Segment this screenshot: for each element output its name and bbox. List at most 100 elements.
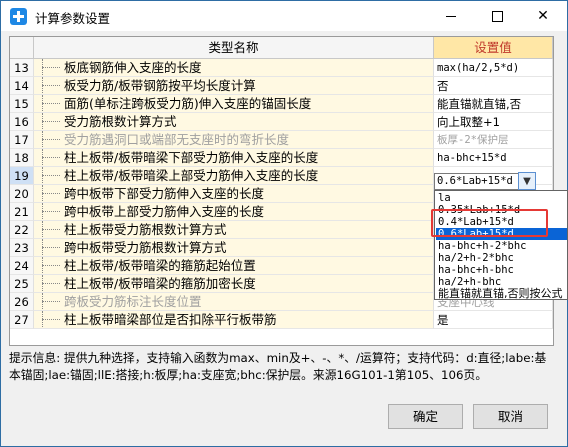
row-number: 27 xyxy=(10,311,34,329)
header-setting-value: 设置值 xyxy=(434,37,553,59)
tree-line xyxy=(42,67,60,69)
row-type-name: 跨板受力筋标注长度位置 xyxy=(34,293,434,311)
dropdown-option[interactable]: 0.35*Lab+15*d xyxy=(436,204,567,216)
title-bar: 计算参数设置 ✕ xyxy=(1,1,567,31)
row-setting-value[interactable]: max(ha/2,5*d) xyxy=(434,59,553,77)
row-number: 24 xyxy=(10,257,34,275)
dropdown-option[interactable]: ha-bhc+h-2*bhc xyxy=(436,240,567,252)
dropdown-option[interactable]: la xyxy=(436,192,567,204)
row-label: 面筋(单标注跨板受力筋)伸入支座的锚固长度 xyxy=(64,96,312,111)
header-type-name: 类型名称 xyxy=(34,37,434,59)
table-row[interactable]: 17 受力筋遇洞口或端部无支座时的弯折长度 板厚-2*保护层 xyxy=(10,131,553,149)
tree-line xyxy=(42,211,60,213)
row-number: 16 xyxy=(10,113,34,131)
row-number: 15 xyxy=(10,95,34,113)
tree-line xyxy=(42,229,60,231)
tree-line xyxy=(42,103,60,105)
maximize-icon xyxy=(492,11,503,22)
row-number: 18 xyxy=(10,149,34,167)
row-type-name: 受力筋遇洞口或端部无支座时的弯折长度 xyxy=(34,131,434,149)
row-label: 板受力筋/板带钢筋按平均长度计算 xyxy=(64,78,256,93)
row-number: 13 xyxy=(10,59,34,77)
row-label: 柱上板带暗梁部位是否扣除平行板带筋 xyxy=(64,312,277,327)
row-type-name: 板底钢筋伸入支座的长度 xyxy=(34,59,434,77)
chevron-down-icon: ▼ xyxy=(523,176,531,187)
dropdown-option[interactable]: ha-bhc+h-bhc xyxy=(436,264,567,276)
tree-line xyxy=(42,139,60,141)
dropdown-option[interactable]: 0.4*Lab+15*d xyxy=(436,216,567,228)
row-label: 柱上板带/板带暗梁下部受力筋伸入支座的长度 xyxy=(64,150,319,165)
row-label: 跨中板带受力筋根数计算方式 xyxy=(64,240,227,255)
tree-line xyxy=(42,157,60,159)
tree-line xyxy=(42,193,60,195)
row-number: 21 xyxy=(10,203,34,221)
cancel-button[interactable]: 取消 xyxy=(473,404,548,429)
row-number: 22 xyxy=(10,221,34,239)
window-title: 计算参数设置 xyxy=(35,11,111,26)
table-row[interactable]: 18 柱上板带/板带暗梁下部受力筋伸入支座的长度 ha-bhc+15*d xyxy=(10,149,553,167)
row-number: 17 xyxy=(10,131,34,149)
row-label: 柱上板带/板带暗梁的箍筋起始位置 xyxy=(64,258,256,273)
tree-line xyxy=(42,121,60,123)
row-setting-value[interactable]: 否 xyxy=(434,77,553,95)
row-type-name: 柱上板带/板带暗梁的箍筋加密长度 xyxy=(34,275,434,293)
table-row[interactable]: 15 面筋(单标注跨板受力筋)伸入支座的锚固长度 能直锚就直锚,否 xyxy=(10,95,553,113)
row-label: 受力筋根数计算方式 xyxy=(64,114,177,129)
row-type-name: 板受力筋/板带钢筋按平均长度计算 xyxy=(34,77,434,95)
table-row[interactable]: 16 受力筋根数计算方式 向上取整+1 xyxy=(10,113,553,131)
row-label: 跨板受力筋标注长度位置 xyxy=(64,294,202,309)
combobox-dropdown-button[interactable]: ▼ xyxy=(518,172,536,190)
dropdown-option[interactable]: 0.6*Lab+15*d xyxy=(436,228,567,240)
row-type-name: 面筋(单标注跨板受力筋)伸入支座的锚固长度 xyxy=(34,95,434,113)
row-number: 14 xyxy=(10,77,34,95)
row-type-name: 受力筋根数计算方式 xyxy=(34,113,434,131)
tree-line xyxy=(42,319,60,321)
row-setting-value[interactable]: 向上取整+1 xyxy=(434,113,553,131)
row-type-name: 柱上板带/板带暗梁上部受力筋伸入支座的长度 xyxy=(34,167,434,185)
dropdown-option[interactable]: ha/2+h-2*bhc xyxy=(436,252,567,264)
row-setting-value[interactable]: 能直锚就直锚,否 xyxy=(434,95,553,113)
row-label: 跨中板带下部受力筋伸入支座的长度 xyxy=(64,186,265,201)
row-type-name: 跨中板带上部受力筋伸入支座的长度 xyxy=(34,203,434,221)
close-icon: ✕ xyxy=(537,8,549,24)
row-setting-value[interactable]: ha-bhc+15*d xyxy=(434,149,553,167)
tree-line xyxy=(42,265,60,267)
row-label: 柱上板带/板带暗梁的箍筋加密长度 xyxy=(64,276,256,291)
header-row-number xyxy=(10,37,34,59)
row-setting-value[interactable]: 板厚-2*保护层 xyxy=(434,131,553,149)
row-type-name: 柱上板带/板带暗梁的箍筋起始位置 xyxy=(34,257,434,275)
table-row[interactable]: 14 板受力筋/板带钢筋按平均长度计算 否 xyxy=(10,77,553,95)
row-label: 跨中板带上部受力筋伸入支座的长度 xyxy=(64,204,265,219)
tree-line xyxy=(42,175,60,177)
row-type-name: 柱上板带暗梁部位是否扣除平行板带筋 xyxy=(34,311,434,329)
row-number: 25 xyxy=(10,275,34,293)
row-type-name: 跨中板带受力筋根数计算方式 xyxy=(34,239,434,257)
row-type-name: 跨中板带下部受力筋伸入支座的长度 xyxy=(34,185,434,203)
row-number: 23 xyxy=(10,239,34,257)
row-type-name: 柱上板带/板带暗梁下部受力筋伸入支座的长度 xyxy=(34,149,434,167)
tree-line xyxy=(42,283,60,285)
hint-text: 提示信息: 提供九种选择，支持输入函数为max、min及+、-、*、/运算符；支… xyxy=(9,351,547,382)
row-number: 19 xyxy=(10,167,34,185)
row-label: 柱上板带受力筋根数计算方式 xyxy=(64,222,227,237)
combobox-text: 0.6*Lab+15*d xyxy=(437,175,513,187)
close-button[interactable]: ✕ xyxy=(520,1,566,31)
tree-line xyxy=(42,85,60,87)
row-label: 受力筋遇洞口或端部无支座时的弯折长度 xyxy=(64,132,290,147)
maximize-button[interactable] xyxy=(474,1,520,31)
row-type-name: 柱上板带受力筋根数计算方式 xyxy=(34,221,434,239)
combobox-dropdown-list: la 0.35*Lab+15*d 0.4*Lab+15*d 0.6*Lab+15*d h… xyxy=(434,190,568,300)
row-label: 板底钢筋伸入支座的长度 xyxy=(64,60,202,75)
app-icon xyxy=(10,8,27,25)
ok-button[interactable]: 确定 xyxy=(388,404,463,429)
table-row[interactable]: 27 柱上板带暗梁部位是否扣除平行板带筋 是 xyxy=(10,311,553,329)
row-number: 20 xyxy=(10,185,34,203)
dropdown-option[interactable]: 能直锚就直锚,否则按公式 xyxy=(436,288,567,300)
minimize-icon xyxy=(446,16,456,17)
row-setting-value[interactable]: 是 xyxy=(434,311,553,329)
tree-line xyxy=(42,301,60,303)
table-row[interactable]: 13 板底钢筋伸入支座的长度 max(ha/2,5*d) xyxy=(10,59,553,77)
minimize-button[interactable] xyxy=(428,1,474,31)
row-number: 26 xyxy=(10,293,34,311)
row-label: 柱上板带/板带暗梁上部受力筋伸入支座的长度 xyxy=(64,168,319,183)
